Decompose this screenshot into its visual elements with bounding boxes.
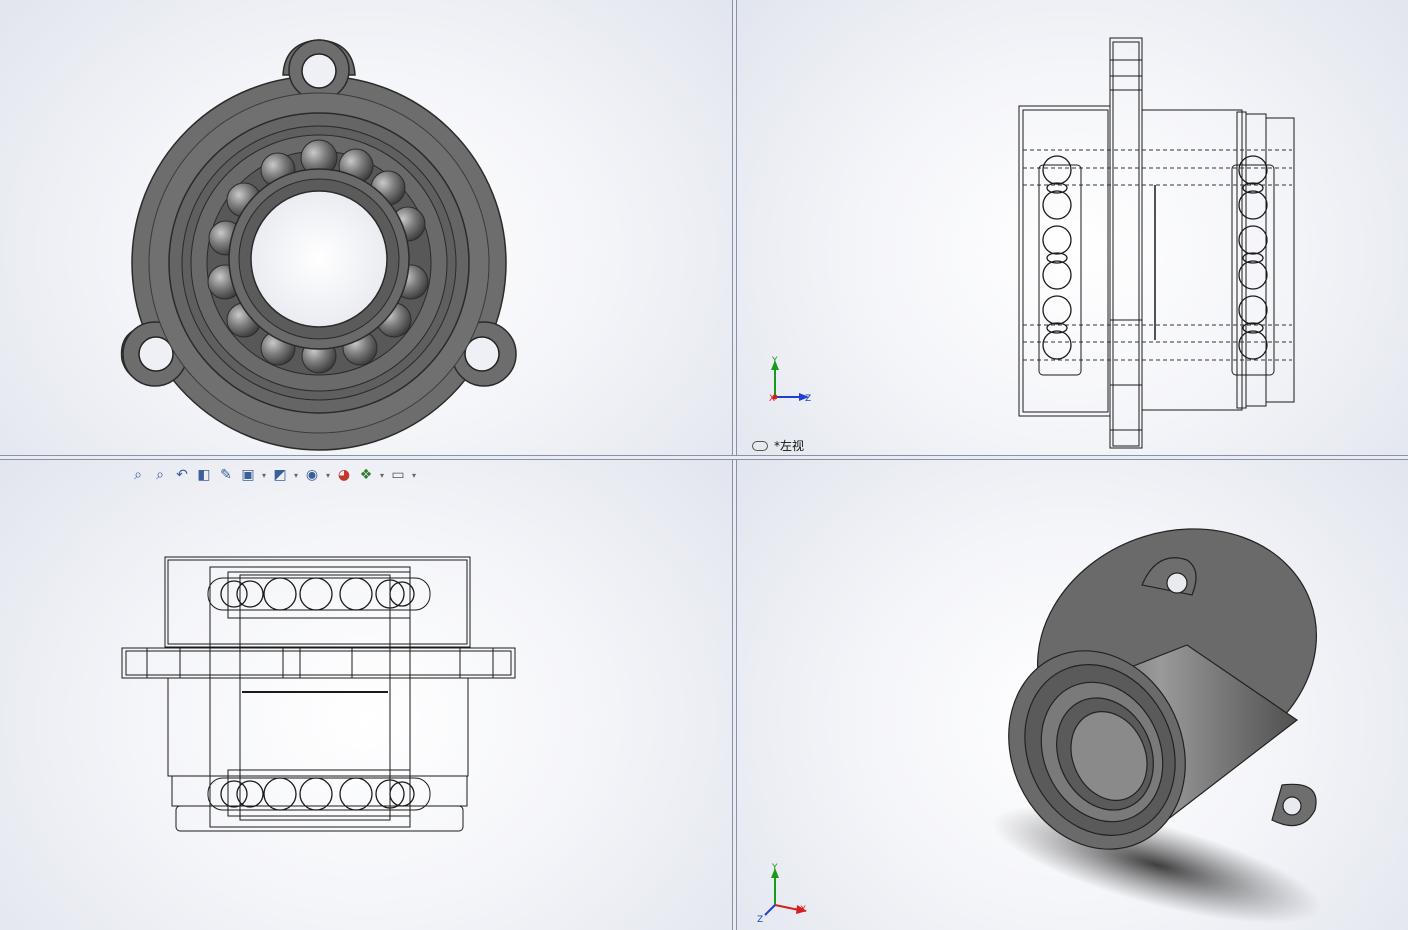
mount-hole-right: [464, 336, 500, 372]
triad-y-label: Y: [771, 356, 778, 366]
triad-x-label: X: [769, 394, 775, 404]
mount-hole-top: [301, 53, 337, 89]
bore: [250, 190, 388, 328]
viewport-splitter-horizontal[interactable]: [0, 455, 1408, 460]
hide-show-items-icon[interactable]: ◉: [302, 464, 322, 486]
view-settings-icon[interactable]: ▭: [388, 464, 408, 486]
triad-z-label: Z: [757, 915, 763, 925]
triad-z-label: Z: [805, 394, 811, 404]
zoom-to-area-icon[interactable]: ⌕: [150, 464, 170, 486]
chevron-down-icon[interactable]: ▾: [324, 471, 332, 480]
triad-x-label: X: [800, 905, 806, 915]
chevron-down-icon[interactable]: ▾: [378, 471, 386, 480]
view-orientation-icon[interactable]: ▣: [238, 464, 258, 486]
chevron-down-icon[interactable]: ▾: [292, 471, 300, 480]
edit-appearance-icon[interactable]: ◕: [334, 464, 354, 486]
chevron-down-icon[interactable]: ▾: [410, 471, 418, 480]
view-label-text: *左视: [774, 439, 805, 453]
viewport-splitter-vertical[interactable]: [732, 0, 737, 930]
viewport-isometric[interactable]: Y X Z: [737, 460, 1408, 930]
heads-up-view-toolbar: ⌕ ⌕ ↶ ◧ ✎ ▣ ▾ ◩ ▾ ◉ ▾ ◕ ❖ ▾ ▭ ▾: [128, 464, 418, 486]
front-view-model: [120, 39, 517, 451]
apply-scene-icon[interactable]: ❖: [356, 464, 376, 486]
section-view-icon[interactable]: ◧: [194, 464, 214, 486]
mount-hole-left: [138, 336, 174, 372]
chevron-down-icon[interactable]: ▾: [260, 471, 268, 480]
triad: [771, 360, 809, 401]
previous-view-icon[interactable]: ↶: [172, 464, 192, 486]
view-orientation-label: *左视: [752, 437, 804, 454]
triad-y-label: Y: [771, 863, 778, 873]
link-views-icon[interactable]: [752, 440, 768, 451]
display-style-icon[interactable]: ◩: [270, 464, 290, 486]
isometric-view-model: Y X Z: [757, 528, 1322, 925]
top-view-wireframe: [121, 556, 516, 832]
zoom-to-fit-icon[interactable]: ⌕: [128, 464, 148, 486]
viewport-front[interactable]: [0, 0, 732, 455]
left-view-wireframe: Y Z X: [769, 37, 1295, 449]
viewport-top[interactable]: [0, 460, 732, 930]
dynamic-annotation-icon[interactable]: ✎: [216, 464, 236, 486]
viewport-left[interactable]: Y Z X: [737, 0, 1408, 455]
